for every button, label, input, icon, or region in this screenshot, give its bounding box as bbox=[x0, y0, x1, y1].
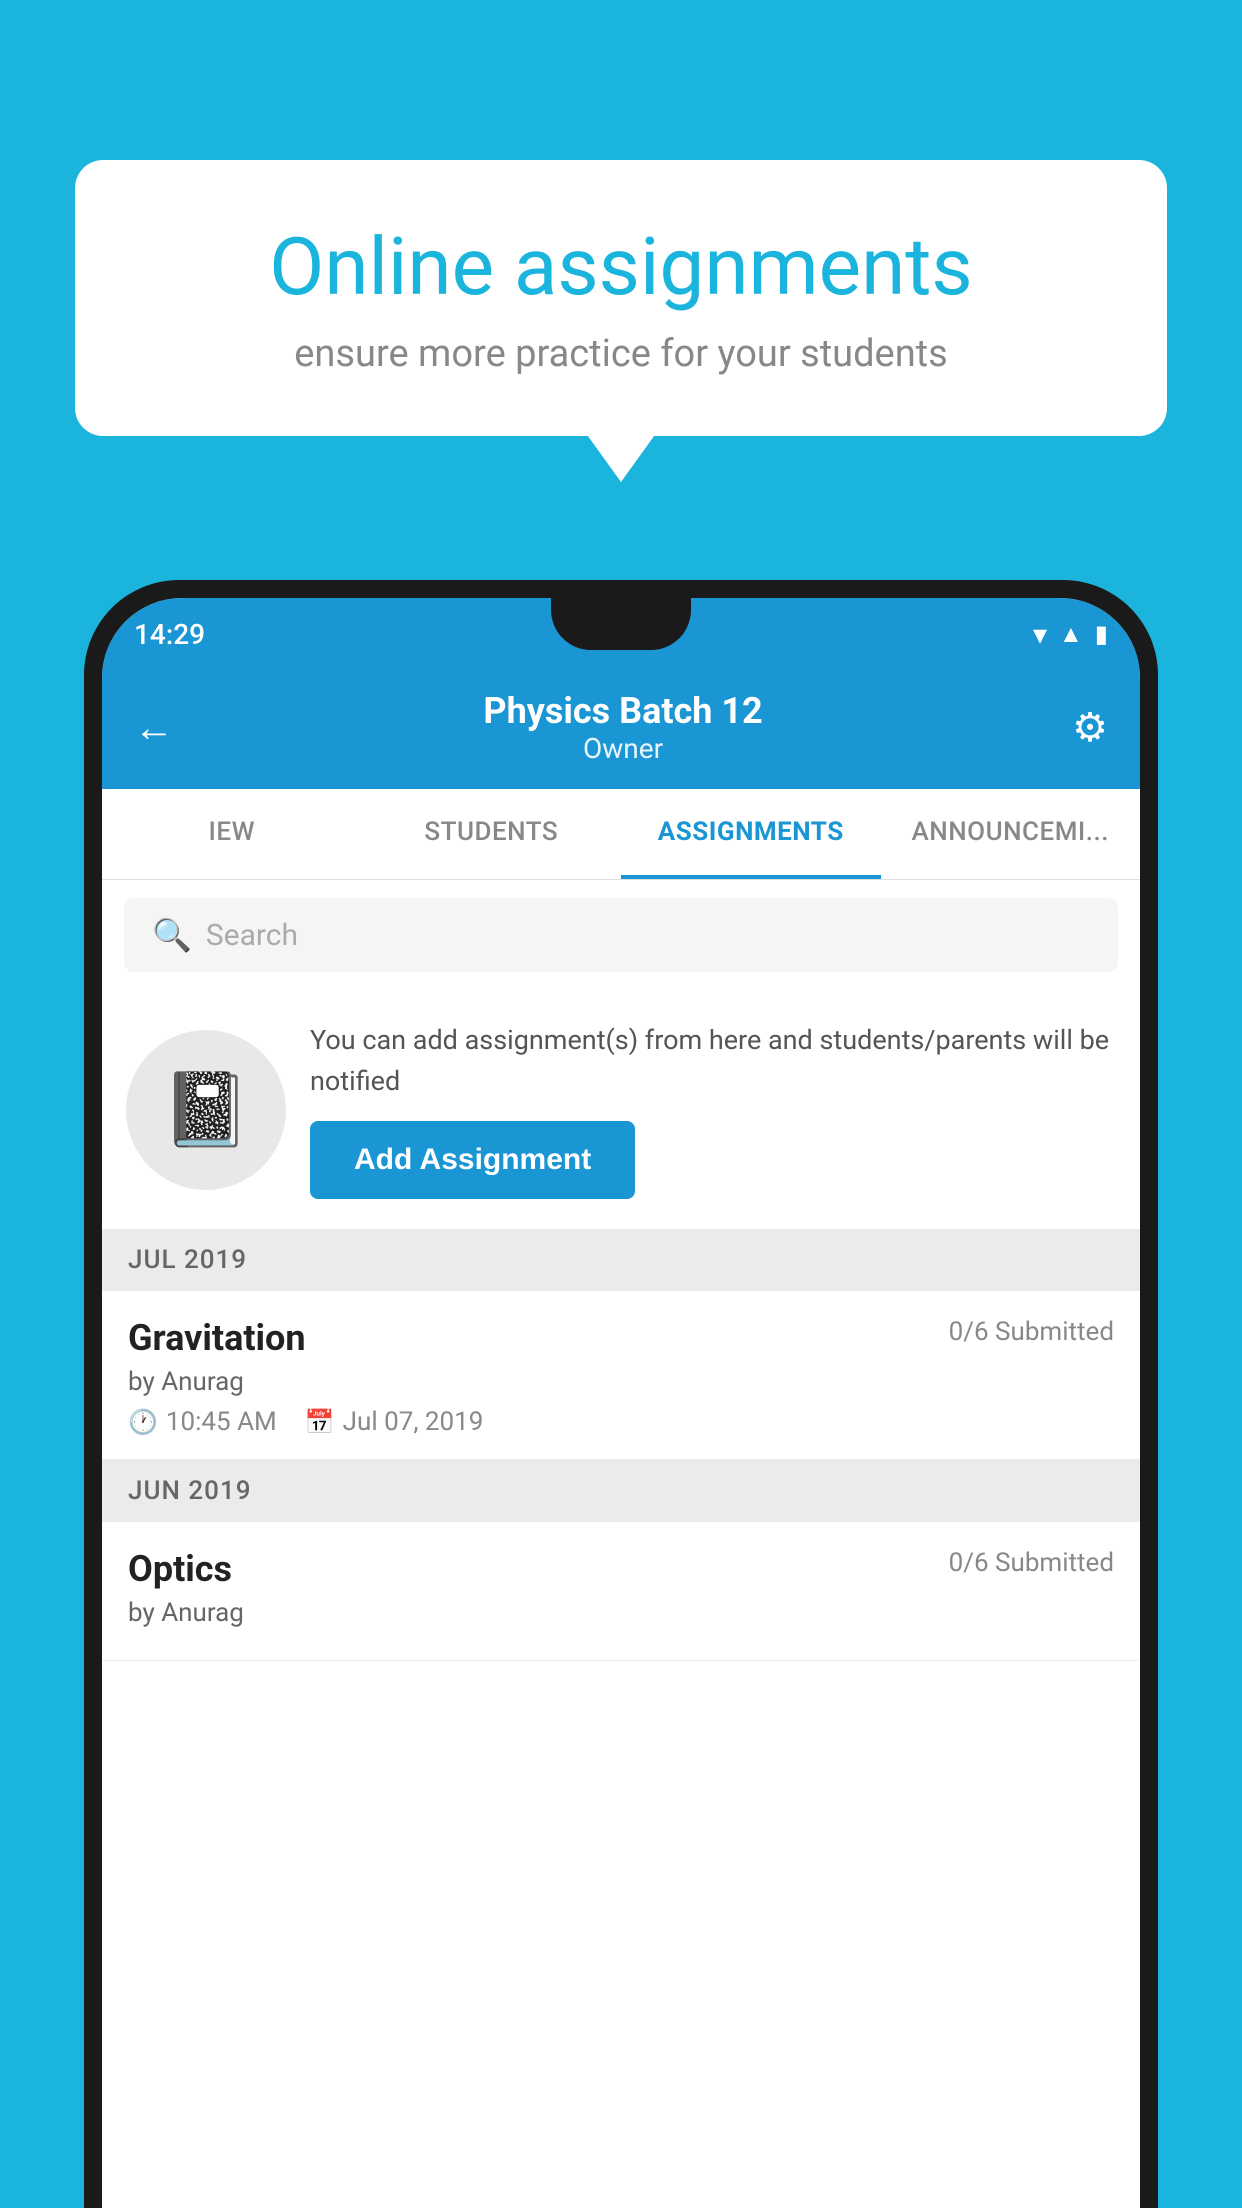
add-assignment-desc: You can add assignment(s) from here and … bbox=[310, 1020, 1116, 1101]
assignment-title-optics: Optics bbox=[128, 1548, 232, 1590]
assignment-author-gravitation: by Anurag bbox=[128, 1367, 1114, 1397]
notch bbox=[551, 598, 691, 650]
status-icons: ▾ ▲ ▮ bbox=[1033, 618, 1108, 651]
section-header-jun: JUN 2019 bbox=[102, 1460, 1140, 1522]
section-header-jul-text: JUL 2019 bbox=[128, 1245, 247, 1275]
header-title: Physics Batch 12 bbox=[483, 690, 762, 732]
section-header-jul: JUL 2019 bbox=[102, 1229, 1140, 1291]
header-title-block: Physics Batch 12 Owner bbox=[483, 690, 762, 765]
battery-icon: ▮ bbox=[1095, 620, 1108, 648]
status-bar: 14:29 ▾ ▲ ▮ bbox=[102, 598, 1140, 670]
back-button[interactable]: ← bbox=[134, 704, 174, 751]
assignment-item-optics[interactable]: Optics 0/6 Submitted by Anurag bbox=[102, 1522, 1140, 1661]
phone-inner: 14:29 ▾ ▲ ▮ ← Physics Batch 12 Owner ⚙ I… bbox=[102, 598, 1140, 2208]
assignment-author-optics: by Anurag bbox=[128, 1598, 1114, 1628]
section-header-jun-text: JUN 2019 bbox=[128, 1476, 251, 1506]
assignment-date-value: Jul 07, 2019 bbox=[343, 1407, 484, 1437]
assignment-title-gravitation: Gravitation bbox=[128, 1317, 306, 1359]
assignment-submitted-optics: 0/6 Submitted bbox=[949, 1548, 1114, 1578]
speech-bubble: Online assignments ensure more practice … bbox=[75, 160, 1167, 436]
assignment-meta-gravitation: 🕐 10:45 AM 📅 Jul 07, 2019 bbox=[128, 1407, 1114, 1437]
settings-icon[interactable]: ⚙ bbox=[1072, 704, 1108, 751]
tab-assignments[interactable]: ASSIGNMENTS bbox=[621, 789, 881, 879]
assignment-time-value: 10:45 AM bbox=[166, 1407, 277, 1437]
tab-iew[interactable]: IEW bbox=[102, 789, 362, 879]
clock-icon: 🕐 bbox=[128, 1408, 158, 1436]
assignment-time-gravitation: 🕐 10:45 AM bbox=[128, 1407, 277, 1437]
speech-bubble-subtitle: ensure more practice for your students bbox=[145, 332, 1097, 376]
assignment-submitted-gravitation: 0/6 Submitted bbox=[949, 1317, 1114, 1347]
search-bar[interactable]: 🔍 Search bbox=[124, 898, 1118, 972]
tab-announcements[interactable]: ANNOUNCEMI... bbox=[881, 789, 1141, 879]
speech-bubble-container: Online assignments ensure more practice … bbox=[75, 160, 1167, 436]
phone-frame: 14:29 ▾ ▲ ▮ ← Physics Batch 12 Owner ⚙ I… bbox=[84, 580, 1158, 2208]
assignment-row1: Gravitation 0/6 Submitted bbox=[128, 1317, 1114, 1359]
calendar-icon: 📅 bbox=[305, 1408, 335, 1436]
assignment-icon-circle: 📓 bbox=[126, 1030, 286, 1190]
assignment-item-gravitation[interactable]: Gravitation 0/6 Submitted by Anurag 🕐 10… bbox=[102, 1291, 1140, 1460]
add-assignment-right: You can add assignment(s) from here and … bbox=[310, 1020, 1116, 1199]
header-subtitle: Owner bbox=[483, 732, 762, 765]
add-assignment-section: 📓 You can add assignment(s) from here an… bbox=[102, 990, 1140, 1229]
tab-students[interactable]: STUDENTS bbox=[362, 789, 622, 879]
speech-bubble-title: Online assignments bbox=[145, 220, 1097, 314]
status-time: 14:29 bbox=[134, 618, 205, 651]
assignment-row1-optics: Optics 0/6 Submitted bbox=[128, 1548, 1114, 1590]
wifi-icon: ▾ bbox=[1033, 618, 1047, 651]
add-assignment-button[interactable]: Add Assignment bbox=[310, 1121, 635, 1199]
search-icon: 🔍 bbox=[152, 916, 192, 954]
search-container: 🔍 Search bbox=[102, 880, 1140, 990]
signal-icon: ▲ bbox=[1059, 620, 1083, 649]
search-placeholder: Search bbox=[206, 918, 298, 953]
app-header: ← Physics Batch 12 Owner ⚙ bbox=[102, 670, 1140, 789]
notebook-icon: 📓 bbox=[161, 1067, 251, 1152]
tabs-bar: IEW STUDENTS ASSIGNMENTS ANNOUNCEMI... bbox=[102, 789, 1140, 880]
assignment-date-gravitation: 📅 Jul 07, 2019 bbox=[305, 1407, 484, 1437]
